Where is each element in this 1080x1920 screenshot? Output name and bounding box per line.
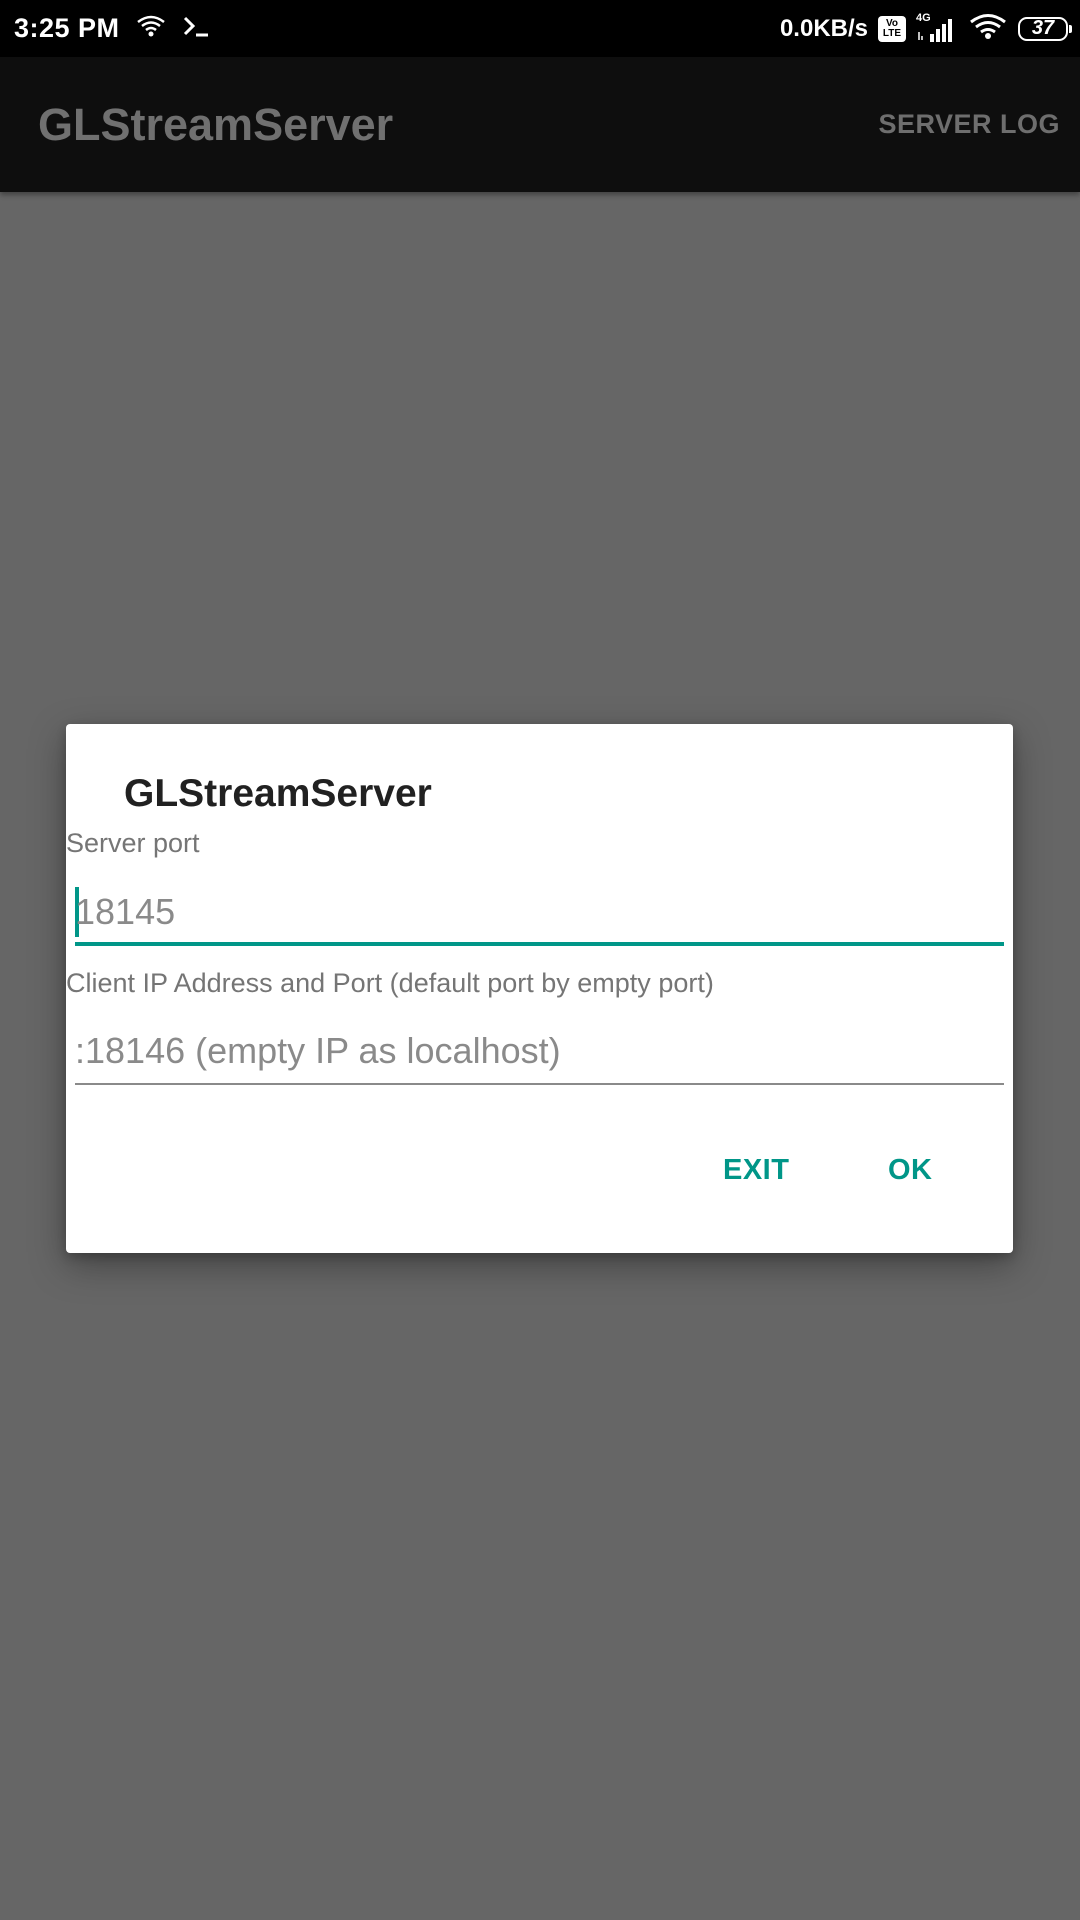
app-title: GLStreamServer [38, 98, 394, 150]
server-port-input[interactable]: 18145 [75, 882, 1004, 942]
server-port-label: Server port [66, 828, 200, 858]
terminal-icon [182, 14, 210, 43]
wifi-icon [136, 14, 166, 43]
volte-icon: Vo LTE [878, 15, 906, 42]
status-bar-left: 3:25 PM [14, 0, 210, 57]
volte-bottom-label: LTE [882, 27, 902, 39]
client-address-underline [75, 1083, 1004, 1085]
ok-button[interactable]: OK [888, 1154, 933, 1187]
status-bar-right: 0.0KB/s Vo LTE 4G 37 [779, 0, 1072, 57]
settings-dialog: GLStreamServer Server port 18145 Client … [66, 724, 1013, 1253]
volte-top-label: Vo [885, 17, 899, 29]
net-speed: 0.0KB/s [779, 14, 868, 42]
client-address-value: :18146 (empty IP as localhost) [75, 1030, 561, 1071]
server-port-underline [75, 942, 1004, 946]
wifi-icon [968, 12, 1008, 45]
status-bar: 3:25 PM 0.0KB/s Vo LTE 4G 37 [0, 0, 1080, 57]
signal-icon: 4G [916, 12, 958, 44]
status-time: 3:25 PM [14, 13, 120, 43]
server-log-button[interactable]: SERVER LOG [878, 57, 1060, 192]
exit-button[interactable]: EXIT [723, 1154, 789, 1187]
dialog-title: GLStreamServer [124, 772, 432, 815]
app-bar: GLStreamServer SERVER LOG [0, 57, 1080, 192]
client-address-field[interactable]: :18146 (empty IP as localhost) [75, 1021, 1004, 1085]
battery-icon: 37 [1018, 16, 1072, 41]
client-address-input[interactable]: :18146 (empty IP as localhost) [75, 1021, 1004, 1081]
server-port-value: 18145 [75, 891, 176, 932]
client-address-label: Client IP Address and Port (default port… [66, 968, 714, 998]
battery-level: 37 [1031, 17, 1055, 39]
server-port-field[interactable]: 18145 [75, 882, 1004, 946]
